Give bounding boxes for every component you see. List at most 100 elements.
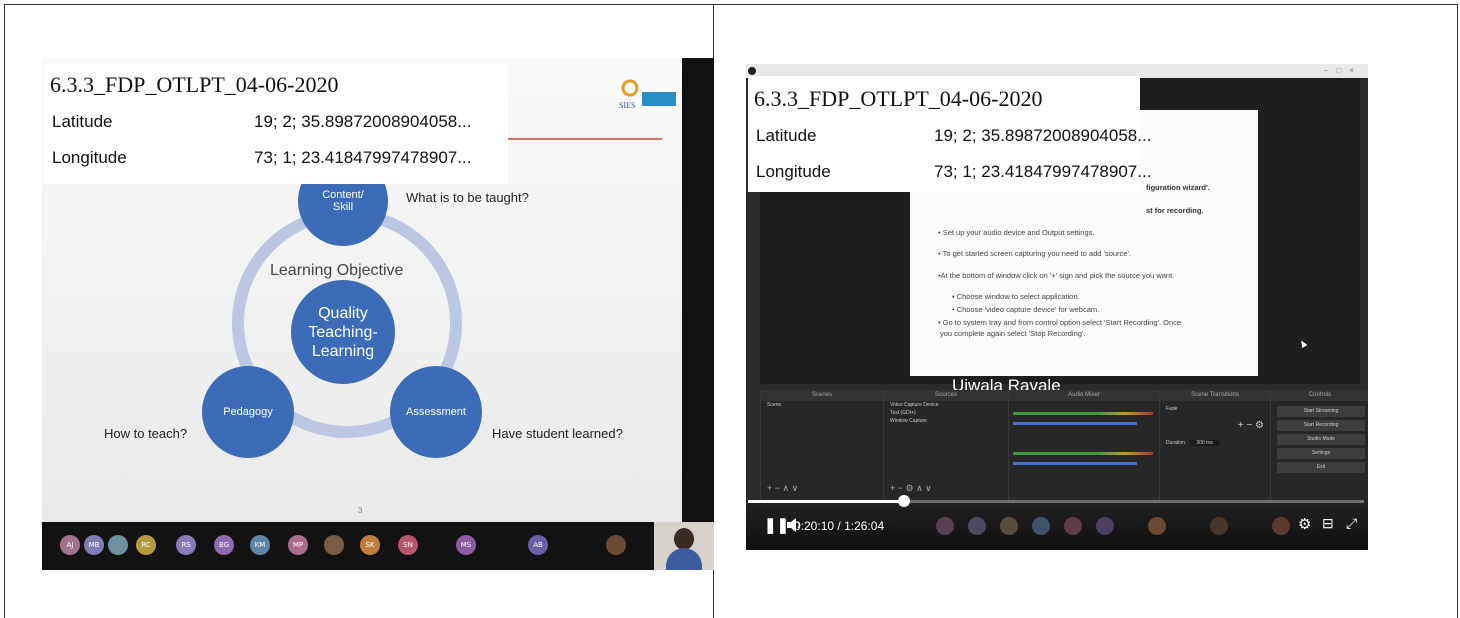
inner-line-1: figuration wizard'.: [1146, 183, 1210, 192]
participant-avatar[interactable]: RC: [136, 535, 156, 555]
dock-scene-transitions: Scene Transitions Fade + − ⚙ Duration 30…: [1159, 390, 1270, 500]
node-pedagogy: Pedagogy: [202, 366, 294, 458]
participant-avatar[interactable]: AB: [528, 535, 548, 555]
participant-avatar[interactable]: AJ: [60, 535, 80, 555]
participant-avatar: [968, 517, 986, 535]
dock-header: Scene Transitions: [1160, 390, 1270, 401]
participant-avatar[interactable]: KM: [250, 535, 270, 555]
source-item[interactable]: Text (GDI+): [884, 409, 1008, 417]
participant-initials: BG: [218, 541, 230, 549]
inner-bullet-1: • Set up your audio device and Output se…: [938, 228, 1095, 237]
longitude-value: 73; 1; 23.41847997478907...: [934, 162, 1152, 181]
duration-label: Duration: [1166, 440, 1185, 446]
participant-avatar[interactable]: MP: [288, 535, 308, 555]
participant-avatar[interactable]: BG: [214, 535, 234, 555]
node-assessment-label: Assessment: [406, 406, 466, 418]
exit-button[interactable]: Exit: [1277, 462, 1365, 473]
node-content-label: Content/ Skill: [322, 189, 364, 213]
source-toolbar[interactable]: + − ⚙ ∧ ∨: [890, 483, 932, 494]
scene-toolbar[interactable]: + − ∧ ∨: [767, 483, 798, 494]
dock-header: Audio Mixer: [1009, 390, 1159, 401]
participant-avatar[interactable]: [606, 535, 626, 555]
progress-fill: [748, 500, 904, 503]
participant-avatar[interactable]: [108, 535, 128, 555]
participant-initials: AJ: [66, 541, 74, 549]
participant-initials: MP: [292, 541, 304, 549]
latitude-label: Latitude: [52, 112, 113, 131]
svg-text:SIES: SIES: [619, 101, 635, 110]
person-silhouette: [674, 528, 694, 550]
participant-avatar: [1000, 517, 1018, 535]
inner-bullet-6: • Go to system tray and from control opt…: [938, 318, 1182, 327]
inner-bullet-5: • Choose 'video capture device' for webc…: [952, 305, 1100, 314]
inner-bullet-4: • Choose window to select application.: [952, 292, 1080, 301]
participant-avatar[interactable]: [324, 535, 344, 555]
current-time: 0:20:10: [794, 519, 835, 533]
transition-select[interactable]: Fade: [1160, 405, 1270, 413]
longitude-label: Longitude: [756, 162, 831, 181]
dock-header: Controls: [1271, 390, 1368, 401]
geotag-overlay-left: 6.3.3_FDP_OTLPT_04-06-2020 Latitude 19; …: [44, 64, 508, 184]
latitude-value: 19; 2; 35.89872008904058...: [934, 126, 1152, 145]
participant-avatar[interactable]: MS: [456, 535, 476, 555]
participant-initials: AB: [533, 541, 543, 549]
sies-logo: SIES: [619, 79, 676, 110]
audio-meter: [1013, 452, 1153, 455]
participant-avatar[interactable]: SN: [398, 535, 418, 555]
node-pedagogy-label: Pedagogy: [223, 406, 273, 418]
participant-initials: MB: [88, 541, 100, 549]
longitude-value: 73; 1; 23.41847997478907...: [254, 148, 472, 167]
geotag-title: 6.3.3_FDP_OTLPT_04-06-2020: [754, 86, 1043, 111]
source-item[interactable]: Video Capture Device: [884, 401, 1008, 409]
fullscreen-icon[interactable]: ⤢: [1346, 515, 1357, 532]
scene-item[interactable]: Scene: [761, 401, 883, 409]
participant-avatar[interactable]: MB: [84, 535, 104, 555]
transition-add-remove[interactable]: + − ⚙: [1238, 420, 1264, 431]
latitude-label: Latitude: [756, 126, 817, 145]
question-how: How to teach?: [104, 426, 188, 441]
participant-avatar[interactable]: RS: [176, 535, 196, 555]
webcam-thumbnail: [654, 522, 714, 570]
participant-strip: AJ MB RC RS BG KM MP SK SN MS AB: [42, 522, 714, 570]
question-taught: What is to be taught?: [406, 190, 529, 205]
video-player-controls: ❚❚ 0:20:10 / 1:26:04 ⚙ ⊟ ⤢: [746, 495, 1368, 550]
participant-avatar: [1032, 517, 1050, 535]
theater-mode-icon[interactable]: ⊟: [1322, 515, 1334, 532]
participant-avatar: [1148, 517, 1166, 535]
learning-objective-label: Learning Objective: [270, 262, 404, 279]
studio-mode-button[interactable]: Studio Mode: [1277, 434, 1365, 445]
dock-scenes: Scenes Scene + − ∧ ∨: [760, 390, 883, 500]
participant-avatar: [936, 517, 954, 535]
participant-initials: SN: [403, 541, 413, 549]
node-quality: Quality Teaching-Learning: [291, 280, 395, 384]
volume-slider[interactable]: [1013, 462, 1137, 465]
node-quality-label: Quality Teaching-Learning: [308, 304, 378, 360]
volume-slider[interactable]: [1013, 422, 1137, 425]
participant-avatar: [1272, 517, 1290, 535]
progress-knob[interactable]: [898, 495, 910, 507]
duration-input[interactable]: 300 ms: [1190, 440, 1219, 446]
inner-line-2: st for recording.: [1146, 206, 1204, 215]
slide-page-number: 3: [358, 506, 363, 515]
dock-audio-mixer: Audio Mixer: [1008, 390, 1159, 500]
inner-bullet-2: • To get started screen capturing you ne…: [938, 249, 1131, 258]
participant-avatar: [1210, 517, 1228, 535]
start-streaming-button[interactable]: Start Streaming: [1277, 406, 1365, 417]
source-item[interactable]: Window Capture: [884, 417, 1008, 425]
latitude-value: 19; 2; 35.89872008904058...: [254, 112, 472, 131]
settings-button[interactable]: Settings: [1277, 448, 1365, 459]
participant-initials: KM: [254, 541, 266, 549]
audio-meter: [1013, 412, 1153, 415]
duration-row: Duration 300 ms: [1166, 440, 1219, 446]
participant-avatar[interactable]: SK: [360, 535, 380, 555]
window-controls[interactable]: –□×: [1324, 66, 1362, 75]
start-recording-button[interactable]: Start Recording: [1277, 420, 1365, 431]
participant-initials: SK: [365, 541, 375, 549]
dock-header: Scenes: [761, 390, 883, 401]
question-learned: Have student learned?: [492, 426, 623, 441]
timecode: 0:20:10 / 1:26:04: [794, 519, 884, 533]
person-body: [666, 548, 702, 570]
settings-gear-icon[interactable]: ⚙: [1298, 515, 1311, 533]
obs-app-icon: [748, 67, 756, 75]
participant-initials: RS: [181, 541, 191, 549]
